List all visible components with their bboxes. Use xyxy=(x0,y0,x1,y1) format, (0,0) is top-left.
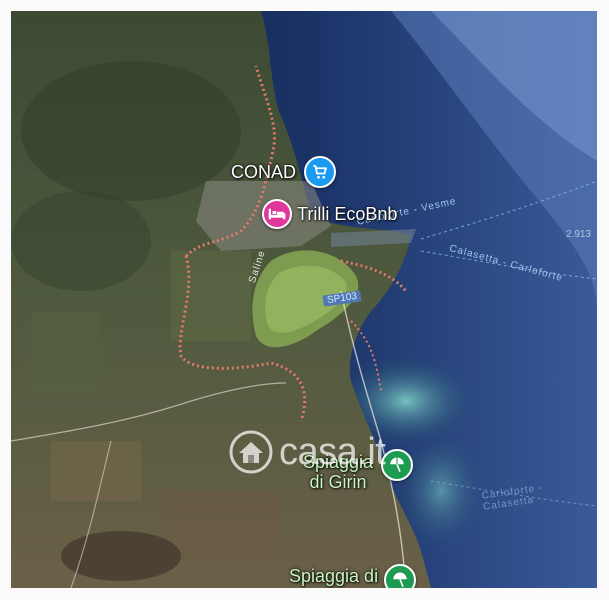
poi-label-line1: Spiaggia di xyxy=(289,566,379,586)
map-frame: Carloforte - Vesme Calasetta - Carlofort… xyxy=(0,0,609,600)
watermark-text: casa.it xyxy=(279,430,386,473)
beach-umbrella-icon xyxy=(381,449,414,481)
poi-label-line2: di Girin xyxy=(309,472,367,492)
satellite-map[interactable]: Carloforte - Vesme Calasetta - Carlofort… xyxy=(11,11,597,588)
shopping-cart-icon xyxy=(304,156,337,188)
poi-spiaggia-2[interactable]: Spiaggia di xyxy=(289,556,417,588)
watermark: casa.it xyxy=(229,430,386,474)
poi-conad[interactable]: CONAD xyxy=(231,156,337,188)
house-logo-icon xyxy=(229,430,273,474)
poi-trilli-ecobnb[interactable]: Trilli EcoBnb xyxy=(262,199,397,229)
poi-label: CONAD xyxy=(231,162,297,182)
bed-icon xyxy=(262,199,292,229)
depth-number: 2.913 xyxy=(566,229,592,240)
beach-umbrella-icon xyxy=(384,564,417,588)
poi-label: Trilli EcoBnb xyxy=(297,204,398,224)
